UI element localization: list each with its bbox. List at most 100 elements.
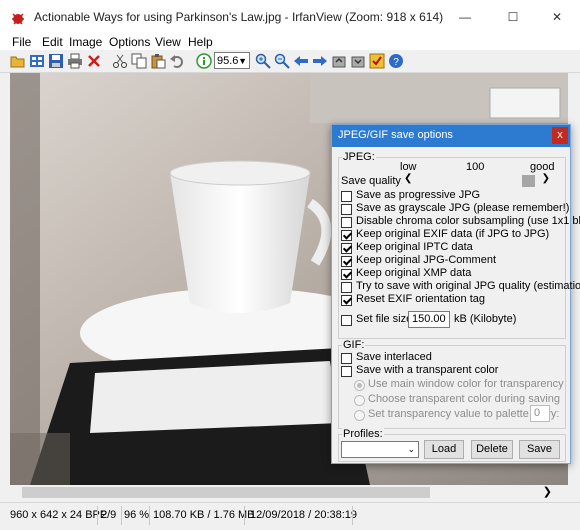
grayscale-label: Save as grayscale JPG (please remember!) bbox=[356, 202, 570, 214]
prev-folder-icon[interactable] bbox=[331, 53, 347, 69]
dialog-title-bar[interactable]: JPEG/GIF save options x bbox=[332, 125, 570, 147]
file-size-label: Set file size: bbox=[356, 313, 416, 325]
cup-rim bbox=[169, 160, 311, 186]
undo-icon[interactable] bbox=[169, 53, 185, 69]
title-bar[interactable]: Actionable Ways for using Parkinson's La… bbox=[0, 0, 580, 34]
menu-edit[interactable]: Edit bbox=[42, 35, 63, 49]
transparent-label: Save with a transparent color bbox=[356, 364, 499, 376]
scroll-right-icon[interactable]: ❯ bbox=[543, 485, 552, 498]
menu-options[interactable]: Options bbox=[109, 35, 150, 49]
maximize-icon: ☐ bbox=[507, 10, 519, 24]
save-button[interactable]: Save bbox=[519, 440, 560, 459]
interlaced-label: Save interlaced bbox=[356, 351, 432, 363]
thumbnails-icon[interactable] bbox=[29, 53, 45, 69]
zoom-select[interactable]: 95.6 ▼ bbox=[214, 52, 250, 69]
delete-icon[interactable] bbox=[86, 53, 102, 69]
file-size-checkbox[interactable] bbox=[341, 315, 352, 326]
chevron-down-icon: ⌄ bbox=[407, 444, 415, 454]
dialog-close-button[interactable]: x bbox=[552, 127, 568, 144]
save-icon[interactable] bbox=[48, 53, 64, 69]
interlaced-checkbox[interactable] bbox=[341, 353, 352, 364]
status-filesize: 108.70 KB / 1.76 MB bbox=[153, 509, 255, 521]
jpeg-gif-save-options-dialog: JPEG/GIF save options x JPEG: low 100 go… bbox=[331, 124, 580, 464]
quality-label: Save quality: bbox=[341, 175, 404, 187]
horizontal-scrollbar[interactable]: ❯ bbox=[10, 485, 568, 500]
help-icon[interactable]: ? bbox=[388, 53, 404, 69]
next-folder-icon[interactable] bbox=[350, 53, 366, 69]
quality-low-label: low bbox=[400, 161, 417, 173]
quality-value: 100 bbox=[466, 161, 485, 173]
open-folder-icon[interactable] bbox=[10, 53, 26, 69]
load-button[interactable]: Load bbox=[424, 440, 464, 459]
original-quality-label: Try to save with original JPG quality (e… bbox=[356, 280, 580, 292]
irfanview-logo-icon bbox=[12, 13, 24, 25]
gif-group-label: GIF: bbox=[342, 339, 366, 351]
zoom-in-icon[interactable] bbox=[255, 53, 271, 69]
status-datetime: 12/09/2018 / 20:38:19 bbox=[250, 509, 358, 521]
main-window-color-radio[interactable] bbox=[354, 380, 365, 391]
cut-icon[interactable] bbox=[112, 53, 128, 69]
menu-image[interactable]: Image bbox=[69, 35, 102, 49]
keep-exif-label: Keep original EXIF data (if JPG to JPG) bbox=[356, 228, 550, 240]
slider-right-icon[interactable]: ❯ bbox=[542, 173, 550, 184]
reset-orientation-label: Reset EXIF orientation tag bbox=[356, 293, 486, 305]
info-icon[interactable] bbox=[196, 53, 212, 69]
svg-text:?: ? bbox=[393, 57, 399, 68]
save-button-label: Save bbox=[526, 443, 553, 455]
progressive-label: Save as progressive JPG bbox=[356, 189, 481, 201]
main-window-color-label: Use main window color for transparency bbox=[368, 378, 564, 390]
status-zoom: 96 % bbox=[124, 509, 150, 521]
keep-xmp-label: Keep original XMP data bbox=[356, 267, 472, 279]
menu-bar: File Edit Image Options View Help bbox=[0, 34, 580, 50]
table-surface bbox=[10, 433, 70, 485]
file-size-input[interactable]: 150.00 bbox=[408, 311, 450, 328]
menu-view[interactable]: View bbox=[155, 35, 181, 49]
menu-help[interactable]: Help bbox=[188, 35, 213, 49]
window-title: Actionable Ways for using Parkinson's La… bbox=[34, 10, 444, 24]
previous-icon[interactable] bbox=[293, 53, 309, 69]
minimize-button[interactable]: — bbox=[442, 0, 488, 34]
progressive-checkbox[interactable] bbox=[341, 191, 352, 202]
coffee-cup bbox=[170, 173, 310, 313]
print-icon[interactable] bbox=[67, 53, 83, 69]
palette-entry-radio[interactable] bbox=[354, 410, 365, 421]
file-size-unit: kB (Kilobyte) bbox=[454, 313, 517, 325]
jpeg-group-label: JPEG: bbox=[342, 151, 376, 163]
copy-icon[interactable] bbox=[131, 53, 147, 69]
next-icon[interactable] bbox=[312, 53, 328, 69]
background-monitor bbox=[489, 87, 561, 119]
menu-file[interactable]: File bbox=[12, 35, 31, 49]
irfanview-window: Actionable Ways for using Parkinson's La… bbox=[0, 0, 580, 530]
keep-xmp-checkbox[interactable] bbox=[341, 269, 352, 280]
file-size-value: 150.00 bbox=[412, 313, 446, 325]
paste-icon[interactable] bbox=[150, 53, 166, 69]
profiles-select[interactable]: ⌄ bbox=[341, 441, 419, 458]
scrollbar-thumb[interactable] bbox=[22, 487, 430, 498]
zoom-out-icon[interactable] bbox=[274, 53, 290, 69]
chevron-down-icon: ▼ bbox=[238, 56, 247, 66]
maximize-button[interactable]: ☐ bbox=[490, 0, 536, 34]
reset-orientation-checkbox[interactable] bbox=[341, 295, 352, 306]
palette-entry-input[interactable]: 0 bbox=[530, 405, 550, 422]
keep-iptc-checkbox[interactable] bbox=[341, 243, 352, 254]
slider-left-icon[interactable]: ❮ bbox=[404, 173, 412, 184]
chroma-checkbox[interactable] bbox=[341, 217, 352, 228]
choose-color-radio[interactable] bbox=[354, 395, 365, 406]
quality-slider[interactable]: ❮ ❯ bbox=[402, 173, 550, 187]
transparent-checkbox[interactable] bbox=[341, 366, 352, 377]
quality-good-label: good bbox=[530, 161, 555, 173]
slider-thumb[interactable] bbox=[522, 175, 535, 187]
keep-exif-checkbox[interactable] bbox=[341, 230, 352, 241]
status-index: 2/9 bbox=[101, 509, 117, 521]
ok-icon[interactable] bbox=[369, 53, 385, 69]
choose-color-label: Choose transparent color during saving bbox=[368, 393, 561, 405]
keep-comment-checkbox[interactable] bbox=[341, 256, 352, 267]
original-quality-checkbox[interactable] bbox=[341, 282, 352, 293]
delete-button-label: Delete bbox=[476, 443, 508, 455]
grayscale-checkbox[interactable] bbox=[341, 204, 352, 215]
palette-entry-value: 0 bbox=[534, 407, 541, 419]
close-button[interactable]: ✕ bbox=[534, 0, 580, 34]
tablet-screen bbox=[90, 361, 340, 433]
profiles-label: Profiles: bbox=[342, 428, 384, 440]
delete-button[interactable]: Delete bbox=[471, 440, 513, 459]
